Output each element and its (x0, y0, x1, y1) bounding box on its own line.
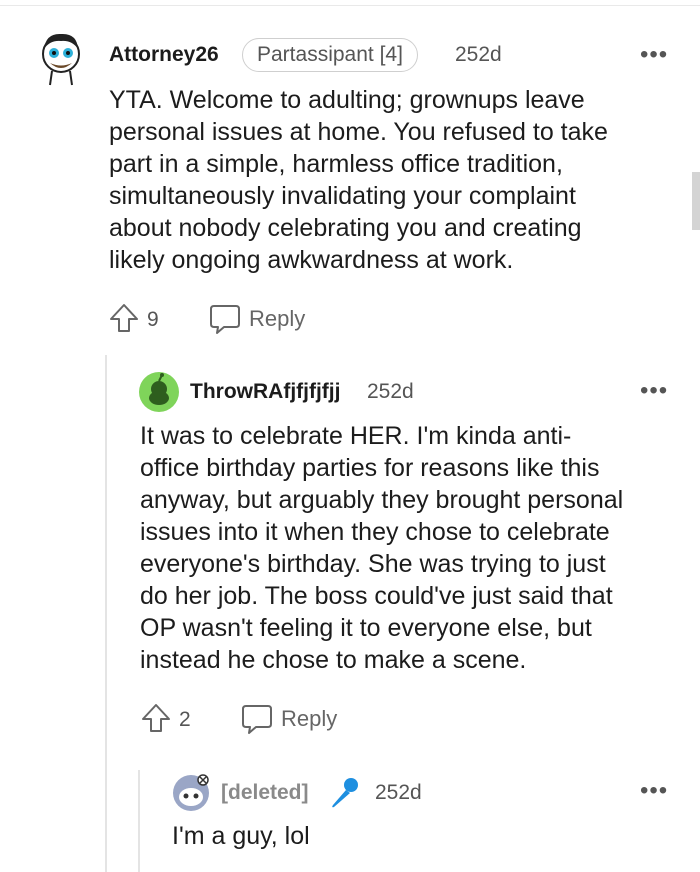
more-options-button[interactable]: ••• (640, 379, 668, 403)
reply-icon[interactable] (240, 703, 274, 735)
comment-author[interactable]: Attorney26 (109, 43, 219, 67)
deleted-user-avatar-icon[interactable] (171, 772, 211, 812)
comment-body: It was to celebrate HER. I'm kinda anti-… (140, 422, 624, 674)
more-options-button[interactable]: ••• (640, 779, 668, 803)
comment-age: 252d (375, 781, 422, 804)
reply-button[interactable]: Reply (281, 706, 337, 732)
thread-line[interactable] (138, 770, 140, 872)
user-flair-badge: Partassipant [4] (242, 38, 418, 72)
upvote-count: 2 (179, 708, 191, 731)
user-avatar-icon[interactable] (138, 371, 180, 413)
upvote-count: 9 (147, 308, 159, 331)
upvote-icon[interactable] (108, 302, 140, 334)
reply-button[interactable]: Reply (249, 306, 305, 332)
scrollbar-thumb[interactable] (692, 172, 700, 230)
comment-age: 252d (455, 43, 502, 66)
user-avatar-icon[interactable] (36, 27, 86, 87)
microphone-icon (332, 778, 358, 808)
top-divider (0, 5, 700, 6)
comment-body: YTA. Welcome to adulting; grownups leave… (109, 86, 608, 274)
comment-author[interactable]: ThrowRAfjfjfjfjj (190, 380, 340, 404)
reply-icon[interactable] (208, 303, 242, 335)
more-options-button[interactable]: ••• (640, 43, 668, 67)
comment-author: [deleted] (221, 781, 309, 804)
upvote-icon[interactable] (140, 702, 172, 734)
comment-age: 252d (367, 380, 414, 403)
comment-body: I'm a guy, lol (172, 822, 310, 850)
thread-line[interactable] (105, 355, 107, 872)
